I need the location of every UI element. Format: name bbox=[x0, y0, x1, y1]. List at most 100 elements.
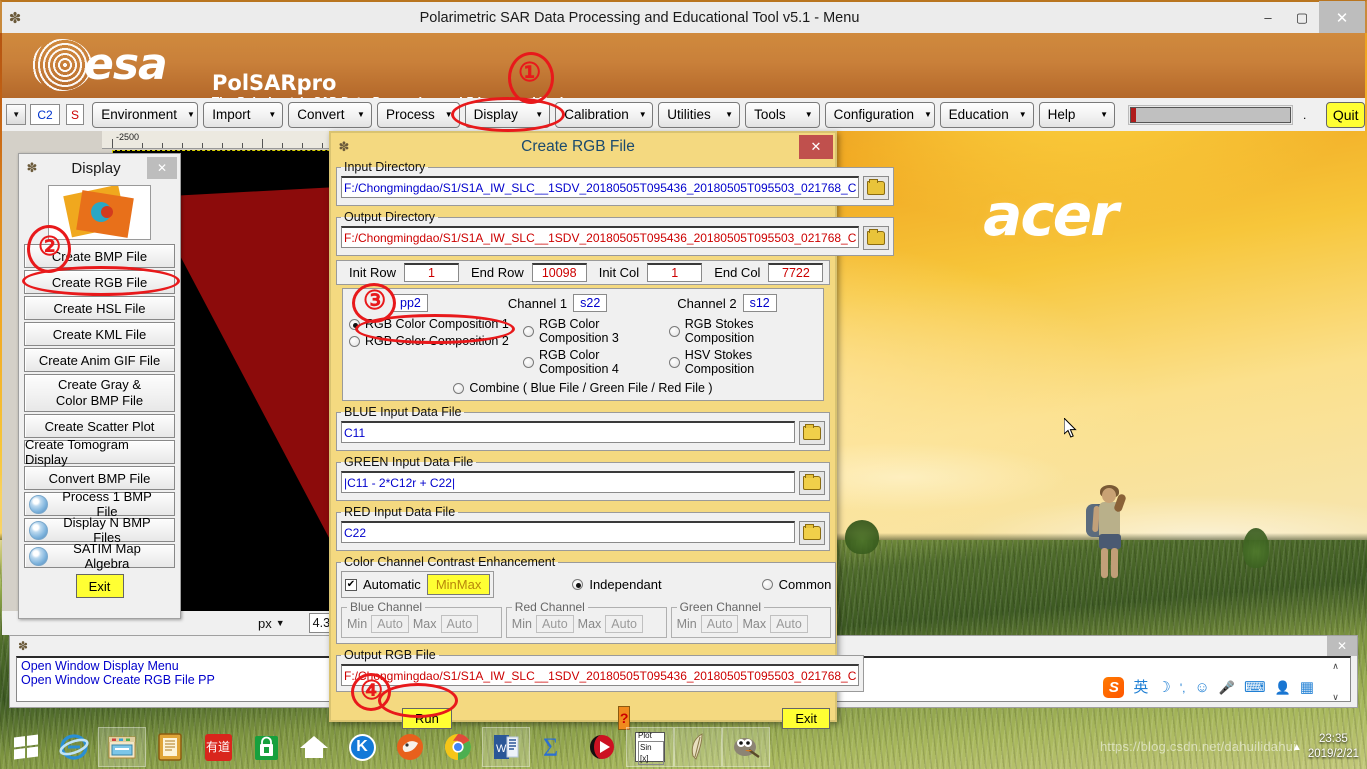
ime-microphone-icon[interactable]: 🎤 bbox=[1219, 680, 1235, 695]
red-min-field[interactable]: Auto bbox=[535, 615, 574, 633]
radio-rgb-stokes-composition[interactable]: RGB Stokes Composition bbox=[668, 317, 817, 345]
blue-input-file-field[interactable]: C11 bbox=[341, 421, 795, 443]
sogou-logo-icon[interactable]: S bbox=[1103, 677, 1125, 698]
start-button[interactable] bbox=[2, 727, 50, 767]
taskbar-gimp[interactable] bbox=[722, 727, 770, 767]
ime-moon-icon[interactable]: ☽ bbox=[1157, 680, 1170, 695]
create-scatter-plot-button[interactable]: Create Scatter Plot bbox=[24, 414, 175, 438]
blue-max-field[interactable]: Auto bbox=[440, 615, 479, 633]
init-row-input[interactable]: 1 bbox=[403, 263, 459, 282]
ime-emoji-icon[interactable]: ☺ bbox=[1194, 680, 1209, 695]
radio-combine-files[interactable]: Combine ( Blue File / Green File / Red F… bbox=[453, 381, 713, 395]
scroll-down-icon[interactable]: ∨ bbox=[1327, 689, 1344, 704]
log-scrollbar[interactable]: ∧ ∨ bbox=[1327, 658, 1344, 704]
automatic-checkbox[interactable]: ✔ bbox=[345, 578, 357, 591]
red-max-field[interactable]: Auto bbox=[605, 615, 644, 633]
channel-2-field[interactable]: s12 bbox=[742, 294, 777, 312]
taskbar-home[interactable] bbox=[290, 727, 338, 767]
end-col-input[interactable]: 7722 bbox=[768, 263, 824, 282]
ime-punctuation-icon[interactable]: ', bbox=[1180, 681, 1186, 695]
log-window-close-button[interactable]: ✕ bbox=[1327, 636, 1357, 656]
menu-help[interactable]: Help ▼ bbox=[1038, 101, 1116, 128]
menu-configuration[interactable]: Configuration ▼ bbox=[824, 101, 935, 128]
taskbar-file-explorer[interactable] bbox=[98, 727, 146, 767]
green-max-field[interactable]: Auto bbox=[770, 615, 808, 633]
ime-user-icon[interactable]: 👤 bbox=[1275, 680, 1291, 695]
radio-rgb-color-composition-2[interactable]: RGB Color Composition 2 bbox=[349, 334, 523, 348]
blue-min-field[interactable]: Auto bbox=[371, 615, 409, 633]
sogou-ime-toolbar[interactable]: S 英 ☽ ', ☺ 🎤 ⌨ 👤 ▦ bbox=[1103, 677, 1314, 698]
ime-language-icon[interactable]: 英 bbox=[1133, 680, 1148, 695]
menu-education[interactable]: Education ▼ bbox=[939, 101, 1034, 128]
menu-tools[interactable]: Tools ▼ bbox=[745, 101, 820, 128]
input-directory-field[interactable]: F:/Chongmingdao/S1/S1A_IW_SLC__1SDV_2018… bbox=[341, 176, 860, 198]
taskbar-firefox[interactable] bbox=[386, 727, 434, 767]
create-hsl-file-button[interactable]: Create HSL File bbox=[24, 296, 175, 320]
green-min-field[interactable]: Auto bbox=[700, 615, 739, 633]
radio-rgb-color-composition-1[interactable]: RGB Color Composition 1 bbox=[349, 317, 523, 331]
close-button[interactable]: ✕ bbox=[1319, 1, 1365, 34]
taskbar-notes[interactable] bbox=[146, 727, 194, 767]
blue-input-browse-button[interactable] bbox=[799, 421, 825, 445]
green-input-browse-button[interactable] bbox=[799, 471, 825, 495]
menu-environment[interactable]: Environment ▼ bbox=[92, 101, 199, 128]
output-rgb-file-field[interactable]: F:/Chongmingdao/S1/S1A_IW_SLC__1SDV_2018… bbox=[341, 664, 860, 686]
taskbar-polsarpro[interactable] bbox=[674, 727, 722, 767]
create-tomogram-display-button[interactable]: Create Tomogram Display bbox=[24, 437, 175, 467]
satim-map-algebra-button[interactable]: SATIM Map Algebra bbox=[24, 541, 175, 571]
menu-utilities[interactable]: Utilities ▼ bbox=[658, 101, 741, 128]
menu-calibration[interactable]: Calibration ▼ bbox=[555, 101, 654, 128]
taskbar-clock[interactable]: 23:35 2019/2/21 bbox=[1308, 732, 1359, 762]
progress-bar-container bbox=[1128, 104, 1294, 125]
taskbar-plot-sinx[interactable]: Plot Sin [x] bbox=[626, 727, 674, 767]
create-kml-file-button[interactable]: Create KML File bbox=[24, 322, 175, 346]
taskbar-chrome[interactable] bbox=[434, 727, 482, 767]
convert-bmp-file-button[interactable]: Convert BMP File bbox=[24, 466, 175, 490]
radio-rgb-color-composition-4[interactable]: RGB Color Composition 4 bbox=[522, 348, 669, 376]
taskbar-youdao-dictionary[interactable]: 有道 bbox=[194, 727, 242, 767]
scroll-up-icon[interactable]: ∧ bbox=[1327, 658, 1344, 673]
create-bmp-file-button[interactable]: Create BMP File bbox=[24, 244, 175, 268]
channel-1-field[interactable]: s22 bbox=[573, 294, 608, 312]
automatic-checkbox-wrapper[interactable]: ✔ Automatic MinMax bbox=[341, 571, 495, 598]
display-window-close-button[interactable]: ✕ bbox=[147, 157, 177, 179]
create-gray-color-bmp-file-button[interactable]: Create Gray & Color BMP File bbox=[24, 374, 175, 412]
taskbar-word[interactable]: W bbox=[482, 727, 530, 767]
taskbar-media-player[interactable] bbox=[578, 727, 626, 767]
green-input-file-field[interactable]: |C11 - 2*C12r + C22| bbox=[341, 471, 795, 493]
process-1-bmp-file-button[interactable]: Process 1 BMP File bbox=[24, 489, 175, 519]
create-anim-gif-file-button[interactable]: Create Anim GIF File bbox=[24, 348, 175, 372]
output-directory-field[interactable]: F:/Chongmingdao/S1/S1A_IW_SLC__1SDV_2018… bbox=[341, 226, 860, 248]
menu-process[interactable]: Process ▼ bbox=[376, 101, 460, 128]
dataset-dropdown-arrow[interactable]: ▼ bbox=[6, 104, 27, 125]
menu-convert[interactable]: Convert ▼ bbox=[288, 101, 372, 128]
menu-display[interactable]: Display ▼ bbox=[464, 101, 551, 128]
feather-icon: ✽ bbox=[17, 639, 29, 653]
minmax-button[interactable]: MinMax bbox=[426, 574, 491, 595]
red-input-browse-button[interactable] bbox=[799, 521, 825, 545]
taskbar-internet-explorer[interactable] bbox=[50, 727, 98, 767]
radio-independant[interactable]: Independant bbox=[572, 577, 662, 592]
ime-grid-icon[interactable]: ▦ bbox=[1300, 680, 1314, 695]
maximize-button[interactable]: ▢ bbox=[1285, 1, 1319, 34]
create-rgb-file-button[interactable]: Create RGB File bbox=[24, 270, 175, 294]
red-input-file-field[interactable]: C22 bbox=[341, 521, 795, 543]
input-directory-browse-button[interactable] bbox=[863, 176, 890, 200]
ime-keyboard-icon[interactable]: ⌨ bbox=[1244, 680, 1266, 695]
dialog-close-button[interactable]: ✕ bbox=[799, 134, 833, 159]
radio-rgb-color-composition-3[interactable]: RGB Color Composition 3 bbox=[522, 317, 669, 345]
end-row-input[interactable]: 10098 bbox=[531, 263, 587, 282]
output-directory-browse-button[interactable] bbox=[863, 226, 890, 250]
minimize-button[interactable]: – bbox=[1251, 1, 1285, 34]
quit-button[interactable]: Quit bbox=[1326, 101, 1365, 128]
taskbar-sigma-math[interactable]: Σ bbox=[530, 727, 578, 767]
tray-expand-caret[interactable]: ▲ bbox=[1292, 742, 1302, 753]
display-n-bmp-files-button[interactable]: Display N BMP Files bbox=[24, 515, 175, 545]
radio-hsv-stokes-composition[interactable]: HSV Stokes Composition bbox=[668, 348, 817, 376]
display-exit-button[interactable]: Exit bbox=[75, 574, 124, 598]
taskbar-windows-store[interactable] bbox=[242, 727, 290, 767]
taskbar-kingsoft[interactable]: K bbox=[338, 727, 386, 767]
menu-import[interactable]: Import ▼ bbox=[203, 101, 284, 128]
radio-common[interactable]: Common bbox=[761, 577, 831, 592]
init-col-input[interactable]: 1 bbox=[647, 263, 703, 282]
